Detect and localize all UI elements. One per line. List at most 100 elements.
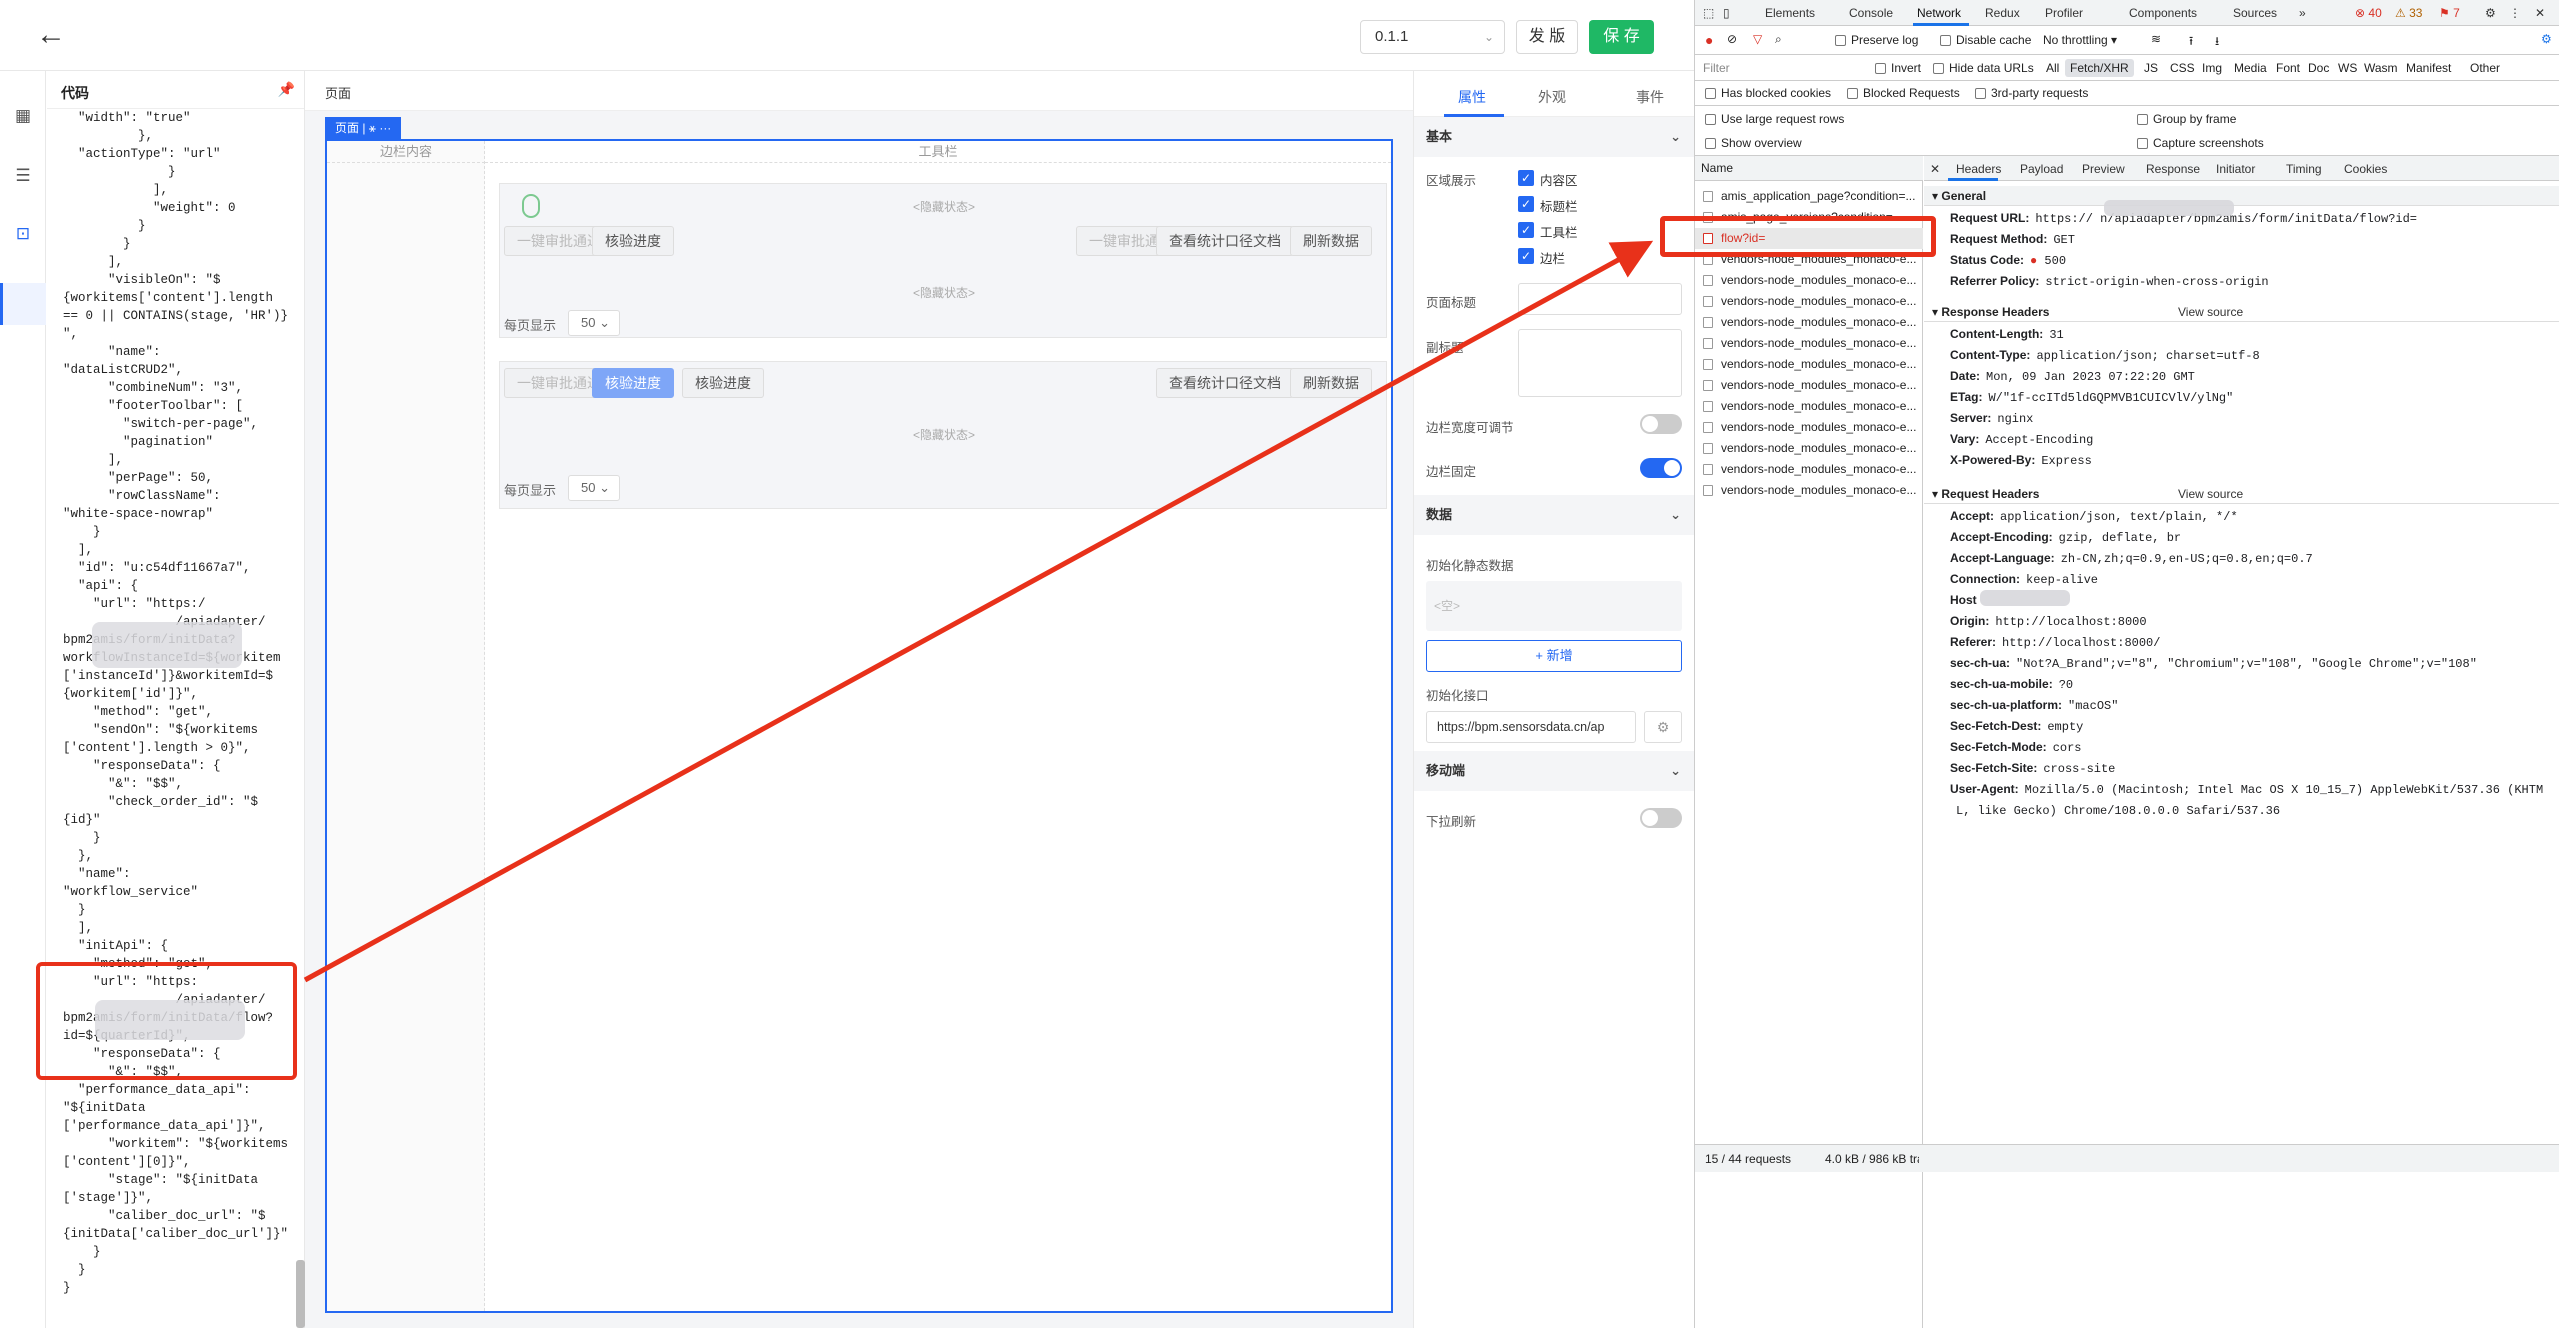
tab-response[interactable]: Response — [2146, 162, 2200, 176]
group-by-frame-checkbox[interactable] — [2137, 114, 2148, 125]
close-icon[interactable]: ✕ — [2535, 6, 2545, 20]
blocked-requests-checkbox[interactable] — [1847, 88, 1858, 99]
request-row[interactable]: vendors-node_modules_monaco-e... — [1695, 417, 1923, 438]
tab-properties[interactable]: 属性 — [1458, 87, 1486, 107]
wifi-icon[interactable]: ≋ — [2151, 32, 2161, 46]
tab-headers[interactable]: Headers — [1956, 162, 2001, 176]
aside-resizable-switch[interactable] — [1640, 414, 1682, 434]
code-scrollbar[interactable] — [296, 1260, 305, 1328]
page-component-tag[interactable]: 页面 | ⚹ ··· — [325, 117, 402, 139]
request-row[interactable]: amis_application_page?condition=... — [1695, 186, 1923, 207]
invert-checkbox[interactable] — [1875, 63, 1886, 74]
search-icon[interactable]: ⌕ — [1775, 32, 1782, 47]
type-filter-fetch-xhr[interactable]: Fetch/XHR — [2065, 59, 2134, 77]
settings-icon[interactable]: ⚙ — [1644, 711, 1682, 743]
export-icon[interactable]: ⭳ — [2215, 32, 2219, 53]
settings-gear-icon[interactable]: ⚙ — [2485, 6, 2496, 20]
aside-region[interactable]: 边栏内容 — [327, 141, 485, 1311]
per-page-select[interactable]: 50 ⌄ — [568, 310, 620, 336]
add-button[interactable]: + 新增 — [1426, 640, 1682, 672]
init-api-input[interactable]: https://bpm.sensorsdata.cn/ap — [1426, 711, 1636, 743]
tab-cookies[interactable]: Cookies — [2344, 162, 2387, 176]
error-count[interactable]: ⊗ 40 — [2355, 6, 2382, 20]
checkbox-title[interactable]: ✓ — [1518, 196, 1534, 212]
view-caliber-doc-button[interactable]: 查看统计口径文档 — [1156, 226, 1294, 256]
inspect-icon[interactable]: ⬚ — [1703, 6, 1714, 20]
warning-count[interactable]: ⚠ 33 — [2395, 6, 2422, 20]
tab-console[interactable]: Console — [1849, 6, 1893, 20]
kebab-menu-icon[interactable]: ⋮ — [2509, 6, 2521, 20]
tab-appearance[interactable]: 外观 — [1538, 87, 1566, 107]
tab-timing[interactable]: Timing — [2286, 162, 2322, 176]
filter-icon[interactable]: ▽ — [1753, 32, 1762, 46]
checkbox-toolbar[interactable]: ✓ — [1518, 222, 1534, 238]
tab-events[interactable]: 事件 — [1636, 87, 1664, 107]
preserve-log-checkbox[interactable] — [1835, 35, 1846, 46]
static-data-field[interactable]: <空> — [1426, 581, 1682, 631]
verify-progress-button[interactable]: 核验进度 — [682, 368, 764, 398]
request-row[interactable]: vendors-node_modules_monaco-e... — [1695, 312, 1923, 333]
request-row[interactable]: vendors-node_modules_monaco-e... — [1695, 270, 1923, 291]
request-row[interactable]: vendors-node_modules_monaco-e... — [1695, 438, 1923, 459]
pin-icon[interactable]: 📌 — [278, 81, 295, 98]
response-headers-section-header[interactable]: ▾ Response Headers View source — [1924, 302, 2559, 322]
clear-icon[interactable]: ⊘ — [1727, 32, 1737, 46]
tab-profiler[interactable]: Profiler — [2045, 6, 2083, 20]
type-filter-font[interactable]: Font — [2271, 59, 2305, 77]
name-column-header[interactable]: Name — [1695, 156, 1923, 181]
tab-elements[interactable]: Elements — [1765, 6, 1815, 20]
version-select[interactable]: 0.1.1 ⌄ — [1360, 20, 1505, 54]
type-filter-ws[interactable]: WS — [2333, 59, 2362, 77]
tab-redux[interactable]: Redux — [1985, 6, 2020, 20]
back-arrow-icon[interactable]: ← — [36, 20, 66, 50]
per-page-select[interactable]: 50 ⌄ — [568, 475, 620, 501]
view-source-link[interactable]: View source — [2178, 302, 2243, 322]
tab-preview[interactable]: Preview — [2082, 162, 2125, 176]
save-button[interactable]: 保 存 — [1589, 20, 1654, 54]
capture-screenshots-checkbox[interactable] — [2137, 138, 2148, 149]
checkbox-aside[interactable]: ✓ — [1518, 248, 1534, 264]
verify-progress-button[interactable]: 核验进度 — [592, 226, 674, 256]
tab-payload[interactable]: Payload — [2020, 162, 2063, 176]
type-filter-wasm[interactable]: Wasm — [2359, 59, 2403, 77]
disable-cache-checkbox[interactable] — [1940, 35, 1951, 46]
section-data[interactable]: 数据 ⌄ — [1414, 495, 1695, 535]
tab-sources[interactable]: Sources — [2233, 6, 2277, 20]
view-source-link[interactable]: View source — [2178, 484, 2243, 504]
subtitle-textarea[interactable] — [1518, 329, 1682, 397]
request-row[interactable]: vendors-node_modules_monaco-e... — [1695, 375, 1923, 396]
general-section-header[interactable]: ▾ General — [1924, 186, 2559, 206]
large-rows-checkbox[interactable] — [1705, 114, 1716, 125]
import-icon[interactable]: ⭱ — [2189, 32, 2193, 53]
blocked-cookies-checkbox[interactable] — [1705, 88, 1716, 99]
crud-list-1[interactable]: <隐藏状态> 一键审批通过 核验进度 一键审批通过 查看统计口径文档 刷新数据 … — [499, 183, 1387, 338]
type-filter-media[interactable]: Media — [2229, 59, 2272, 77]
third-party-checkbox[interactable] — [1975, 88, 1986, 99]
refresh-data-button[interactable]: 刷新数据 — [1290, 368, 1372, 398]
request-row[interactable]: vendors-node_modules_monaco-e... — [1695, 396, 1923, 417]
publish-button[interactable]: 发 版 — [1516, 20, 1578, 54]
verify-progress-button-active[interactable]: 核验进度 — [592, 368, 674, 398]
request-row[interactable]: vendors-node_modules_monaco-e... — [1695, 459, 1923, 480]
type-filter-css[interactable]: CSS — [2165, 59, 2200, 77]
code-chart-icon[interactable]: ⊡ — [12, 223, 34, 245]
section-mobile[interactable]: 移动端 ⌄ — [1414, 751, 1695, 791]
components-grid-icon[interactable]: ▦ — [12, 105, 34, 127]
request-row[interactable]: vendors-node_modules_monaco-e... — [1695, 291, 1923, 312]
more-tabs-icon[interactable]: » — [2299, 6, 2306, 20]
hide-data-urls-checkbox[interactable] — [1933, 63, 1944, 74]
filter-input[interactable]: Filter — [1703, 61, 1730, 75]
throttling-select[interactable]: No throttling ▾ — [2043, 33, 2117, 47]
close-detail-icon[interactable]: ✕ — [1930, 162, 1940, 176]
type-filter-manifest[interactable]: Manifest — [2401, 59, 2456, 77]
refresh-data-button[interactable]: 刷新数据 — [1290, 226, 1372, 256]
request-row[interactable]: vendors-node_modules_monaco-e... — [1695, 480, 1923, 501]
type-filter-all[interactable]: All — [2041, 59, 2064, 77]
type-filter-img[interactable]: Img — [2197, 59, 2227, 77]
tab-components[interactable]: Components — [2129, 6, 2197, 20]
aside-fixed-switch[interactable] — [1640, 458, 1682, 478]
device-toolbar-icon[interactable]: ▯ — [1723, 6, 1730, 20]
outline-list-icon[interactable]: ☰ — [12, 165, 34, 187]
request-headers-section-header[interactable]: ▾ Request Headers View source — [1924, 484, 2559, 504]
page-title-input[interactable] — [1518, 283, 1682, 315]
